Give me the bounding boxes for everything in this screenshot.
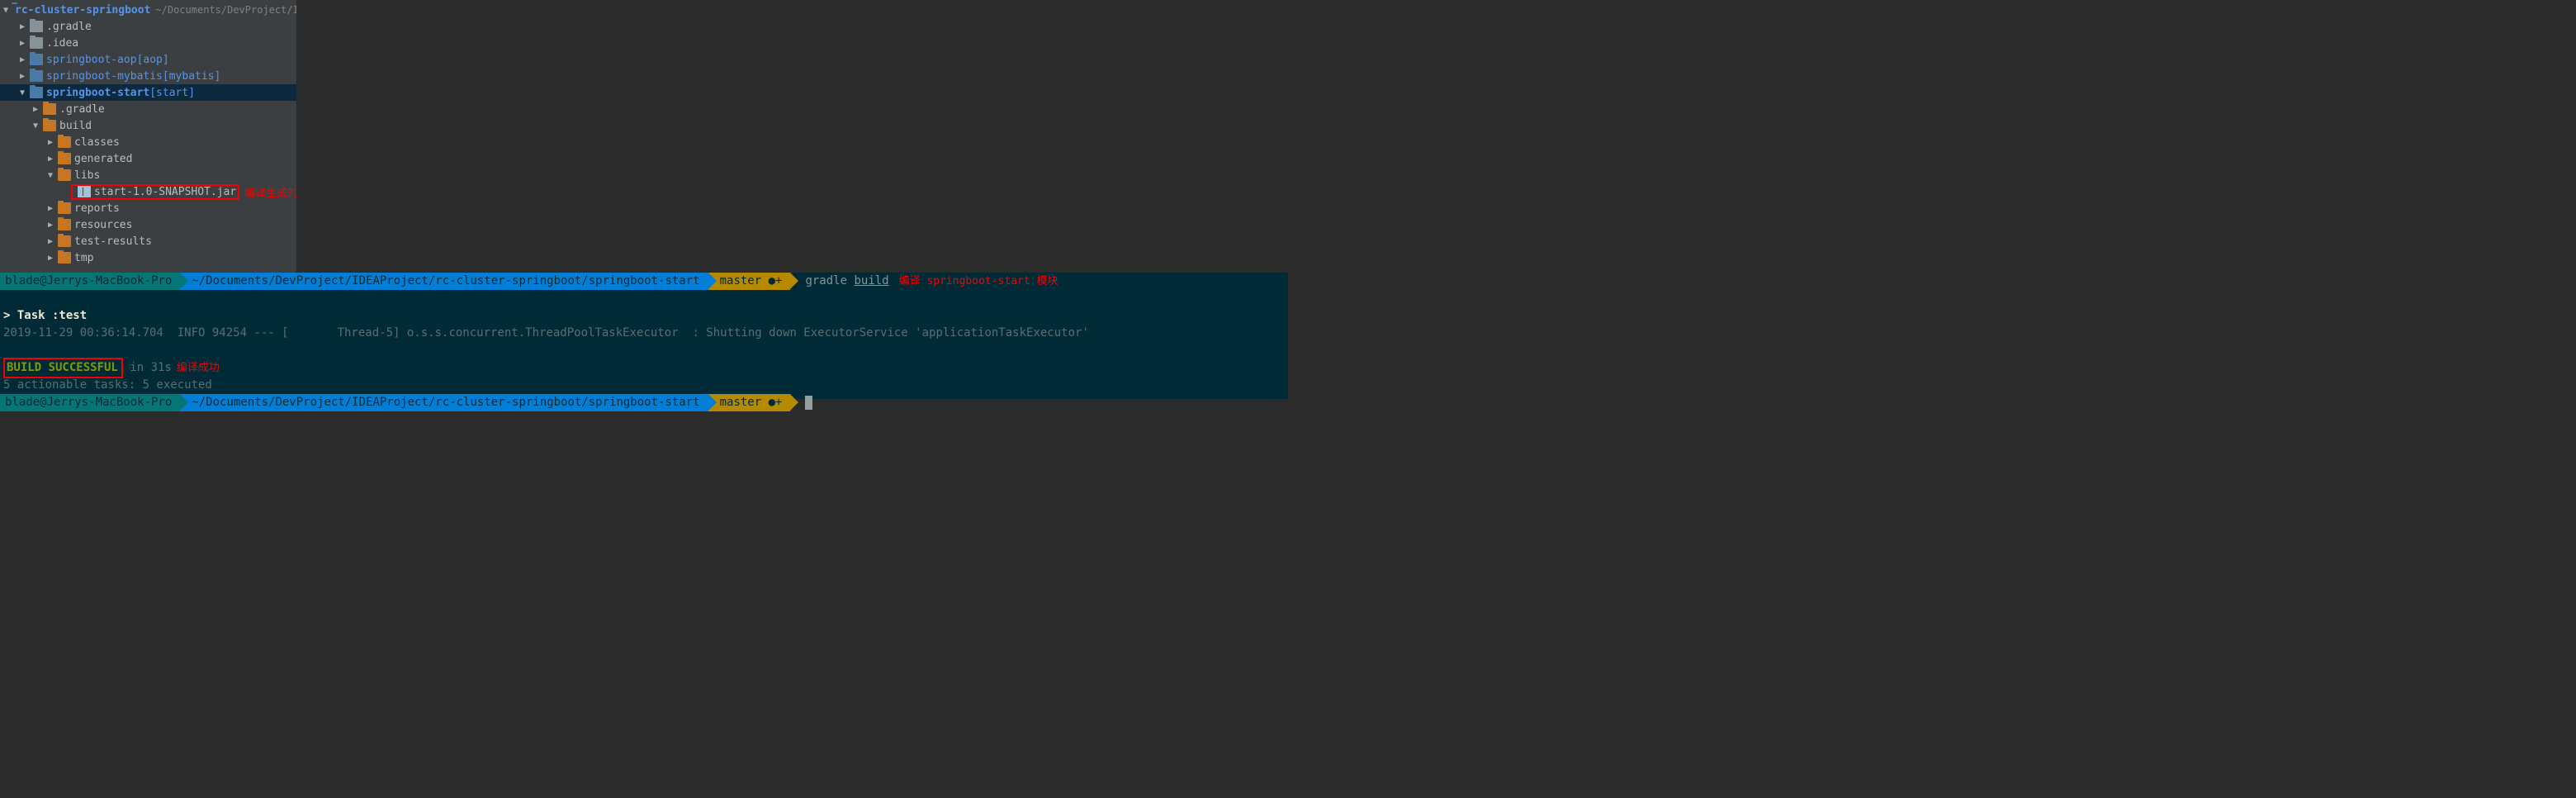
folder-icon: [30, 37, 43, 49]
annotation-compile: 编译 springboot-start 模块: [899, 273, 1058, 290]
tree-item-label: resources: [74, 219, 132, 231]
chevron-icon[interactable]: ▶: [46, 204, 54, 213]
chevron-icon[interactable]: ▼: [31, 121, 40, 131]
tree-item-label: build: [59, 120, 92, 132]
build-status-line: BUILD SUCCESSFUL in 31s 编译成功: [0, 359, 1288, 377]
chevron-icon[interactable]: ▶: [31, 105, 40, 114]
chevron-icon[interactable]: ▶: [18, 72, 26, 81]
chevron-icon[interactable]: ▼: [18, 88, 26, 97]
log-line: 2019-11-29 00:36:14.704 INFO 94254 --- […: [0, 325, 1288, 342]
tree-item-label: start-1.0-SNAPSHOT.jar: [94, 186, 236, 198]
folder-icon: [30, 21, 43, 32]
tree-item-label: springboot-start: [46, 87, 149, 99]
chevron-icon[interactable]: ▶: [18, 39, 26, 48]
tree-item-label: springboot-aop: [46, 54, 137, 66]
build-status-box: BUILD SUCCESSFUL: [3, 358, 123, 378]
folder-icon: [43, 103, 56, 115]
folder-icon: [30, 87, 43, 98]
chevron-icon[interactable]: ▶: [46, 237, 54, 246]
folder-icon: [58, 252, 71, 264]
project-root-label: rc-cluster-springboot: [15, 4, 150, 17]
chevron-icon[interactable]: ▶: [46, 138, 54, 147]
empty-line: [0, 342, 1288, 359]
prompt-line-1: blade@Jerrys-MacBook-Pro ~/Documents/Dev…: [0, 273, 1288, 290]
cursor[interactable]: [805, 396, 812, 410]
tree-item[interactable]: ▶ test-results: [0, 233, 296, 249]
tree-item-label: .idea: [46, 37, 78, 50]
prompt-branch: master ●+: [708, 273, 791, 290]
prompt-line-2: blade@Jerrys-MacBook-Pro ~/Documents/Dev…: [0, 394, 1288, 411]
prompt-path: ~/Documents/DevProject/IDEAProject/rc-cl…: [180, 394, 708, 411]
project-tree[interactable]: ▼ rc-cluster-springboot ~/Documents/DevP…: [0, 0, 296, 273]
tree-item-label: libs: [74, 169, 100, 182]
folder-icon: [58, 219, 71, 230]
tree-item-label: tmp: [74, 252, 93, 264]
tree-item-label: .gradle: [46, 21, 92, 33]
tree-item[interactable]: ▶ generated: [0, 150, 296, 167]
highlighted-item: start-1.0-SNAPSHOT.jar: [71, 184, 239, 200]
prompt-user: blade@Jerrys-MacBook-Pro: [0, 394, 180, 411]
ide-panel: ▼ rc-cluster-springboot ~/Documents/DevP…: [0, 0, 1288, 273]
prompt-user: blade@Jerrys-MacBook-Pro: [0, 273, 180, 290]
jar-icon: [78, 186, 91, 197]
tree-item-bracket: [start]: [149, 87, 195, 99]
tree-item-label: classes: [74, 136, 120, 149]
project-root-path: ~/Documents/DevProject/IDEAP: [155, 4, 296, 16]
tree-item-label: generated: [74, 153, 132, 165]
tree-item[interactable]: ▶ .idea: [0, 35, 296, 51]
chevron-icon[interactable]: ▶: [46, 154, 54, 164]
tree-item-label: reports: [74, 202, 120, 215]
tree-root[interactable]: ▼ rc-cluster-springboot ~/Documents/DevP…: [0, 2, 296, 18]
tasks-line: 5 actionable tasks: 5 executed: [0, 377, 1288, 394]
tree-item[interactable]: ▶ springboot-aop [aop]: [0, 51, 296, 68]
chevron-icon[interactable]: ▶: [46, 254, 54, 263]
folder-icon: [30, 70, 43, 82]
prompt-branch: master ●+: [708, 394, 791, 411]
task-line: > Task :test: [0, 307, 1288, 325]
tree-item[interactable]: ▼ springboot-start [start]: [0, 84, 296, 101]
chevron-icon[interactable]: ▶: [46, 221, 54, 230]
chevron-icon[interactable]: ▼: [46, 171, 54, 180]
chevron-icon[interactable]: ▶: [18, 55, 26, 64]
tree-item-bracket: [mybatis]: [163, 70, 220, 83]
tree-item[interactable]: ▶ resources: [0, 216, 296, 233]
tree-item[interactable]: start-1.0-SNAPSHOT.jar 编译生成的 jar 文件: [0, 183, 296, 200]
folder-icon: [58, 202, 71, 214]
folder-icon: [58, 153, 71, 164]
tree-item[interactable]: ▶ tmp: [0, 249, 296, 266]
folder-icon: [58, 169, 71, 181]
folder-icon: [58, 136, 71, 148]
empty-line: [0, 290, 1288, 307]
folder-icon: [30, 54, 43, 65]
annotation-success: 编译成功: [177, 360, 220, 377]
tree-item-label: .gradle: [59, 103, 105, 116]
annotation: 编译生成的 jar 文件: [244, 184, 296, 200]
folder-icon: [43, 120, 56, 131]
tree-item[interactable]: ▼ build: [0, 117, 296, 134]
tree-item[interactable]: ▶ .gradle: [0, 101, 296, 117]
editor-area: [296, 0, 1288, 273]
tree-item[interactable]: ▶ classes: [0, 134, 296, 150]
terminal-panel[interactable]: blade@Jerrys-MacBook-Pro ~/Documents/Dev…: [0, 273, 1288, 399]
folder-icon: [58, 235, 71, 247]
tree-item-label: springboot-mybatis: [46, 70, 163, 83]
tree-item[interactable]: ▶ reports: [0, 200, 296, 216]
command-input[interactable]: gradle build: [805, 273, 888, 290]
chevron-down-icon[interactable]: ▼: [3, 6, 8, 15]
tree-item[interactable]: ▶ springboot-mybatis [mybatis]: [0, 68, 296, 84]
tree-item-bracket: [aop]: [137, 54, 169, 66]
chevron-icon[interactable]: ▶: [18, 22, 26, 31]
tree-item[interactable]: ▼ libs: [0, 167, 296, 183]
tree-item-label: test-results: [74, 235, 152, 248]
prompt-path: ~/Documents/DevProject/IDEAProject/rc-cl…: [180, 273, 708, 290]
tree-item[interactable]: ▶ .gradle: [0, 18, 296, 35]
